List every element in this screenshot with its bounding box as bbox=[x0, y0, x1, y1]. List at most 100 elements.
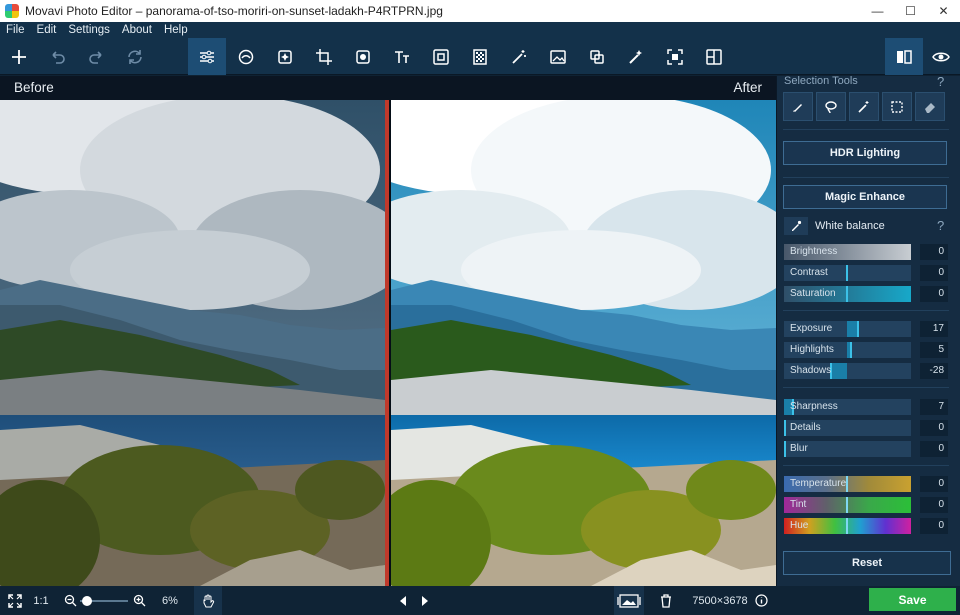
zoom-in-button[interactable] bbox=[131, 586, 147, 615]
brightness-label: Brightness bbox=[790, 246, 838, 257]
magic-wand-icon bbox=[512, 49, 526, 64]
reset-button[interactable]: Reset bbox=[783, 551, 951, 575]
white-balance-picker[interactable] bbox=[784, 217, 808, 235]
sharpness-slider[interactable]: Sharpness bbox=[784, 399, 911, 415]
before-after-divider[interactable] bbox=[385, 100, 389, 586]
fit-screen-icon bbox=[8, 593, 22, 608]
tool-denoise[interactable] bbox=[617, 38, 655, 75]
tool-image[interactable] bbox=[539, 38, 577, 75]
tool-object-removal[interactable] bbox=[344, 38, 382, 75]
layers-icon bbox=[590, 49, 604, 64]
rect-select-tool[interactable] bbox=[882, 92, 912, 121]
minimize-button[interactable]: — bbox=[861, 0, 894, 22]
actual-size-button[interactable]: 1:1 bbox=[30, 586, 52, 615]
redo-icon bbox=[89, 50, 102, 64]
tool-text[interactable] bbox=[383, 38, 421, 75]
eraser-tool[interactable] bbox=[915, 92, 945, 121]
hue-slider[interactable]: Hue bbox=[784, 518, 911, 534]
effects-icon bbox=[278, 49, 292, 64]
menu-file[interactable]: File bbox=[0, 24, 31, 36]
before-image[interactable] bbox=[0, 100, 385, 586]
blur-label: Blur bbox=[790, 443, 808, 454]
temperature-value[interactable]: 0 bbox=[920, 476, 948, 492]
tool-crop[interactable] bbox=[305, 38, 343, 75]
save-button[interactable]: Save bbox=[869, 588, 956, 611]
tool-effects[interactable] bbox=[266, 38, 304, 75]
magic-wand-tool[interactable] bbox=[849, 92, 879, 121]
tool-magic-wand[interactable] bbox=[500, 38, 538, 75]
tool-adjust[interactable] bbox=[188, 38, 226, 75]
tint-slider[interactable]: Tint bbox=[784, 497, 911, 513]
shadows-label: Shadows bbox=[790, 365, 832, 376]
reset-rotate-button[interactable] bbox=[116, 38, 154, 75]
next-image-button[interactable] bbox=[416, 586, 434, 615]
blur-value[interactable]: 0 bbox=[920, 441, 948, 457]
close-button[interactable]: ✕ bbox=[927, 0, 960, 22]
delete-button[interactable] bbox=[657, 586, 675, 615]
exposure-value[interactable]: 17 bbox=[920, 321, 948, 337]
sharpness-label: Sharpness bbox=[790, 401, 838, 412]
tint-label: Tint bbox=[790, 499, 807, 510]
image-size: 7500×3678 bbox=[692, 594, 748, 607]
brush-tool[interactable] bbox=[783, 92, 813, 121]
shadows-value[interactable]: -28 bbox=[920, 363, 948, 379]
highlights-slider[interactable]: Highlights bbox=[784, 342, 911, 358]
eye-icon bbox=[932, 52, 950, 61]
gallery-icon bbox=[617, 593, 641, 608]
hdr-lighting-button[interactable]: HDR Lighting bbox=[783, 141, 947, 165]
zoom-knob[interactable] bbox=[82, 595, 92, 606]
menu-edit[interactable]: Edit bbox=[31, 24, 63, 36]
details-value[interactable]: 0 bbox=[920, 420, 948, 436]
rect-select-icon bbox=[891, 100, 903, 113]
gallery-button[interactable] bbox=[614, 586, 644, 615]
contrast-slider[interactable]: Contrast bbox=[784, 265, 911, 281]
tool-layers[interactable] bbox=[578, 38, 616, 75]
menu-about[interactable]: About bbox=[116, 24, 158, 36]
magic-enhance-button[interactable]: Magic Enhance bbox=[783, 185, 947, 209]
crop-icon bbox=[316, 48, 332, 65]
help-icon[interactable]: ? bbox=[937, 74, 944, 89]
background-icon bbox=[473, 48, 487, 65]
zoom-slider[interactable] bbox=[80, 586, 128, 615]
temperature-slider[interactable]: Temperature bbox=[784, 476, 911, 492]
lasso-tool[interactable] bbox=[816, 92, 846, 121]
eyedropper-icon bbox=[792, 220, 802, 231]
blur-slider[interactable]: Blur bbox=[784, 441, 911, 457]
previous-image-button[interactable] bbox=[394, 586, 412, 615]
tool-background[interactable] bbox=[461, 38, 499, 75]
tool-split[interactable] bbox=[695, 38, 733, 75]
retouch-icon bbox=[238, 49, 254, 64]
add-button[interactable] bbox=[0, 38, 38, 75]
exposure-slider[interactable]: Exposure bbox=[784, 321, 911, 337]
fit-screen-button[interactable] bbox=[4, 586, 26, 615]
adjust-icon bbox=[200, 50, 214, 63]
menu-settings[interactable]: Settings bbox=[62, 24, 116, 36]
after-image[interactable] bbox=[391, 100, 776, 586]
brightness-slider[interactable]: Brightness bbox=[784, 244, 911, 260]
tool-retouch[interactable] bbox=[227, 38, 265, 75]
image-info-button[interactable] bbox=[752, 586, 770, 615]
brightness-value[interactable]: 0 bbox=[920, 244, 948, 260]
maximize-button[interactable]: ☐ bbox=[894, 0, 927, 22]
saturation-value[interactable]: 0 bbox=[920, 286, 948, 302]
menu-help[interactable]: Help bbox=[158, 24, 194, 36]
highlights-value[interactable]: 5 bbox=[920, 342, 948, 358]
sharpness-value[interactable]: 7 bbox=[920, 399, 948, 415]
hue-value[interactable]: 0 bbox=[920, 518, 948, 534]
info-icon bbox=[754, 594, 768, 607]
preview-toggle[interactable] bbox=[922, 38, 960, 75]
hand-tool-button[interactable] bbox=[194, 586, 222, 615]
zoom-out-button[interactable] bbox=[62, 586, 78, 615]
tint-value[interactable]: 0 bbox=[920, 497, 948, 513]
saturation-slider[interactable]: Saturation bbox=[784, 286, 911, 302]
shadows-slider[interactable]: Shadows bbox=[784, 363, 911, 379]
tool-frames[interactable] bbox=[422, 38, 460, 75]
contrast-value[interactable]: 0 bbox=[920, 265, 948, 281]
before-after-icon bbox=[897, 49, 912, 64]
redo-button[interactable] bbox=[77, 38, 115, 75]
details-slider[interactable]: Details bbox=[784, 420, 911, 436]
undo-button[interactable] bbox=[39, 38, 77, 75]
before-after-toggle[interactable] bbox=[885, 38, 923, 75]
tool-select-object[interactable] bbox=[656, 38, 694, 75]
white-balance-help-icon[interactable]: ? bbox=[937, 218, 944, 233]
